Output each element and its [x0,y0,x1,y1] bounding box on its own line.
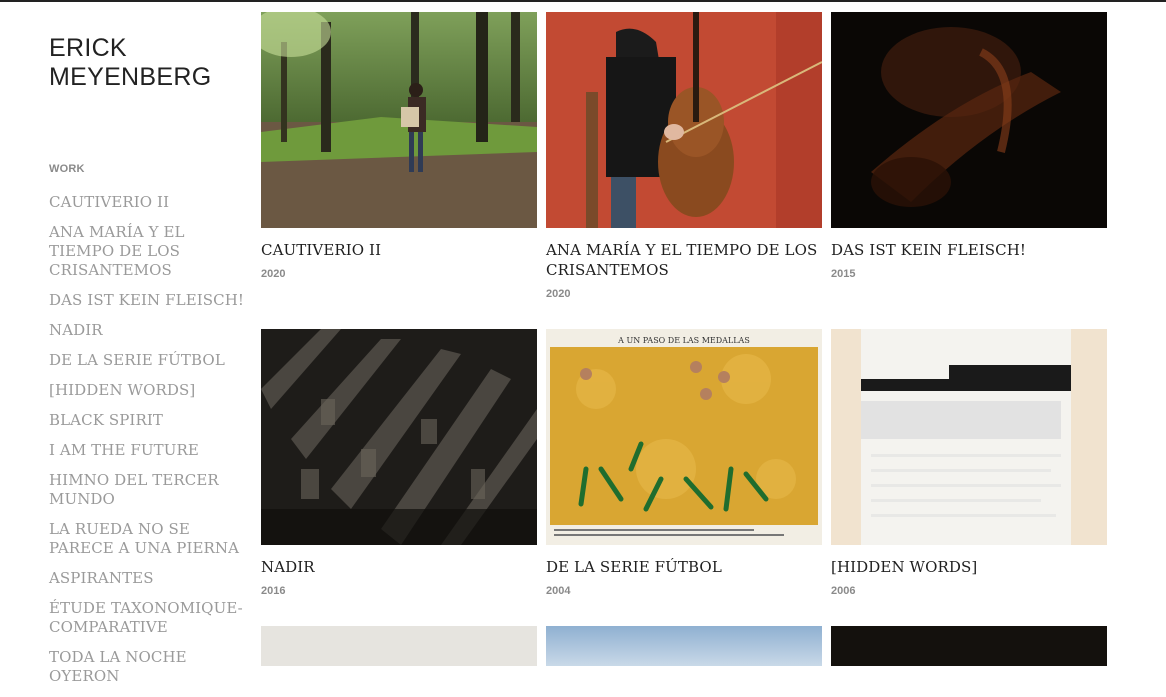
work-thumbnail-nadir[interactable] [261,329,537,545]
collage-headline: A UN PASO DE LAS MEDALLAS [617,336,750,345]
work-card[interactable]: NADIR 2016 [261,329,537,597]
work-year: 2006 [831,585,856,597]
nav-item[interactable]: ASPIRANTES [49,569,249,588]
work-thumbnail-partial[interactable] [546,626,822,666]
work-title[interactable]: DAS IST KEIN FLEISCH! [831,240,1107,260]
site-title[interactable]: ERICK MEYENBERG [49,34,249,92]
sidebar: ERICK MEYENBERG WORK CAUTIVERIO II ANA M… [49,34,249,697]
work-card[interactable]: CAUTIVERIO II 2020 [261,12,537,280]
nav-item[interactable]: ÉTUDE TAXONOMIQUE-COMPARATIVE [49,599,249,637]
work-thumbnail-cellist[interactable] [546,12,822,228]
nav-item[interactable]: HIMNO DEL TERCER MUNDO [49,471,249,509]
dark-skin-closeup-image [831,12,1107,228]
work-card[interactable]: A UN PASO DE LAS MEDALLAS DE LA SERIE FÚ… [546,329,822,597]
forest-accordion-player-image [261,12,537,228]
work-nav: CAUTIVERIO II ANA MARÍA Y EL TIEMPO DE L… [49,193,249,686]
work-thumbnail-forest[interactable] [261,12,537,228]
work-year: 2004 [546,585,571,597]
work-thumbnail-dark-skin[interactable] [831,12,1107,228]
dark-crystal-columns-image [261,329,537,545]
work-thumbnail-partial[interactable] [261,626,537,666]
work-title[interactable]: CAUTIVERIO II [261,240,537,260]
section-label-work: WORK [49,163,85,175]
nav-item[interactable]: [HIDDEN WORDS] [49,381,249,400]
work-thumbnail-futbol[interactable]: A UN PASO DE LAS MEDALLAS [546,329,822,545]
work-thumbnail-partial[interactable] [831,626,1107,666]
footballers-gold-collage-image: A UN PASO DE LAS MEDALLAS [546,329,822,545]
nav-item[interactable]: NADIR [49,321,249,340]
nav-item[interactable]: DAS IST KEIN FLEISCH! [49,291,249,310]
work-year: 2016 [261,585,286,597]
work-year: 2020 [261,268,286,280]
work-card[interactable]: DAS IST KEIN FLEISCH! 2015 [831,12,1107,280]
work-title[interactable]: DE LA SERIE FÚTBOL [546,557,822,577]
site-title-text[interactable]: ERICK MEYENBERG [49,34,211,91]
nav-item[interactable]: LA RUEDA NO SE PARECE A UNA PIERNA [49,520,249,558]
work-year: 2020 [546,288,571,300]
work-title[interactable]: [HIDDEN WORDS] [831,557,1107,577]
work-title[interactable]: ANA MARÍA Y EL TIEMPO DE LOS CRISANTEMOS [546,240,822,280]
nav-item[interactable]: CAUTIVERIO II [49,193,249,212]
nav-item[interactable]: BLACK SPIRIT [49,411,249,430]
nav-item[interactable]: TODA LA NOCHE OYERON [49,648,249,686]
nav-item[interactable]: DE LA SERIE FÚTBOL [49,351,249,370]
work-card[interactable]: [HIDDEN WORDS] 2006 [831,329,1107,597]
cellist-red-wall-image [546,12,822,228]
nav-item[interactable]: I AM THE FUTURE [49,441,249,460]
work-year: 2015 [831,268,856,280]
work-card[interactable]: ANA MARÍA Y EL TIEMPO DE LOS CRISANTEMOS… [546,12,822,300]
work-thumbnail-hidden-words[interactable] [831,329,1107,545]
nav-item[interactable]: ANA MARÍA Y EL TIEMPO DE LOS CRISANTEMOS [49,223,249,280]
work-title[interactable]: NADIR [261,557,537,577]
redacted-text-page-image [831,329,1107,545]
